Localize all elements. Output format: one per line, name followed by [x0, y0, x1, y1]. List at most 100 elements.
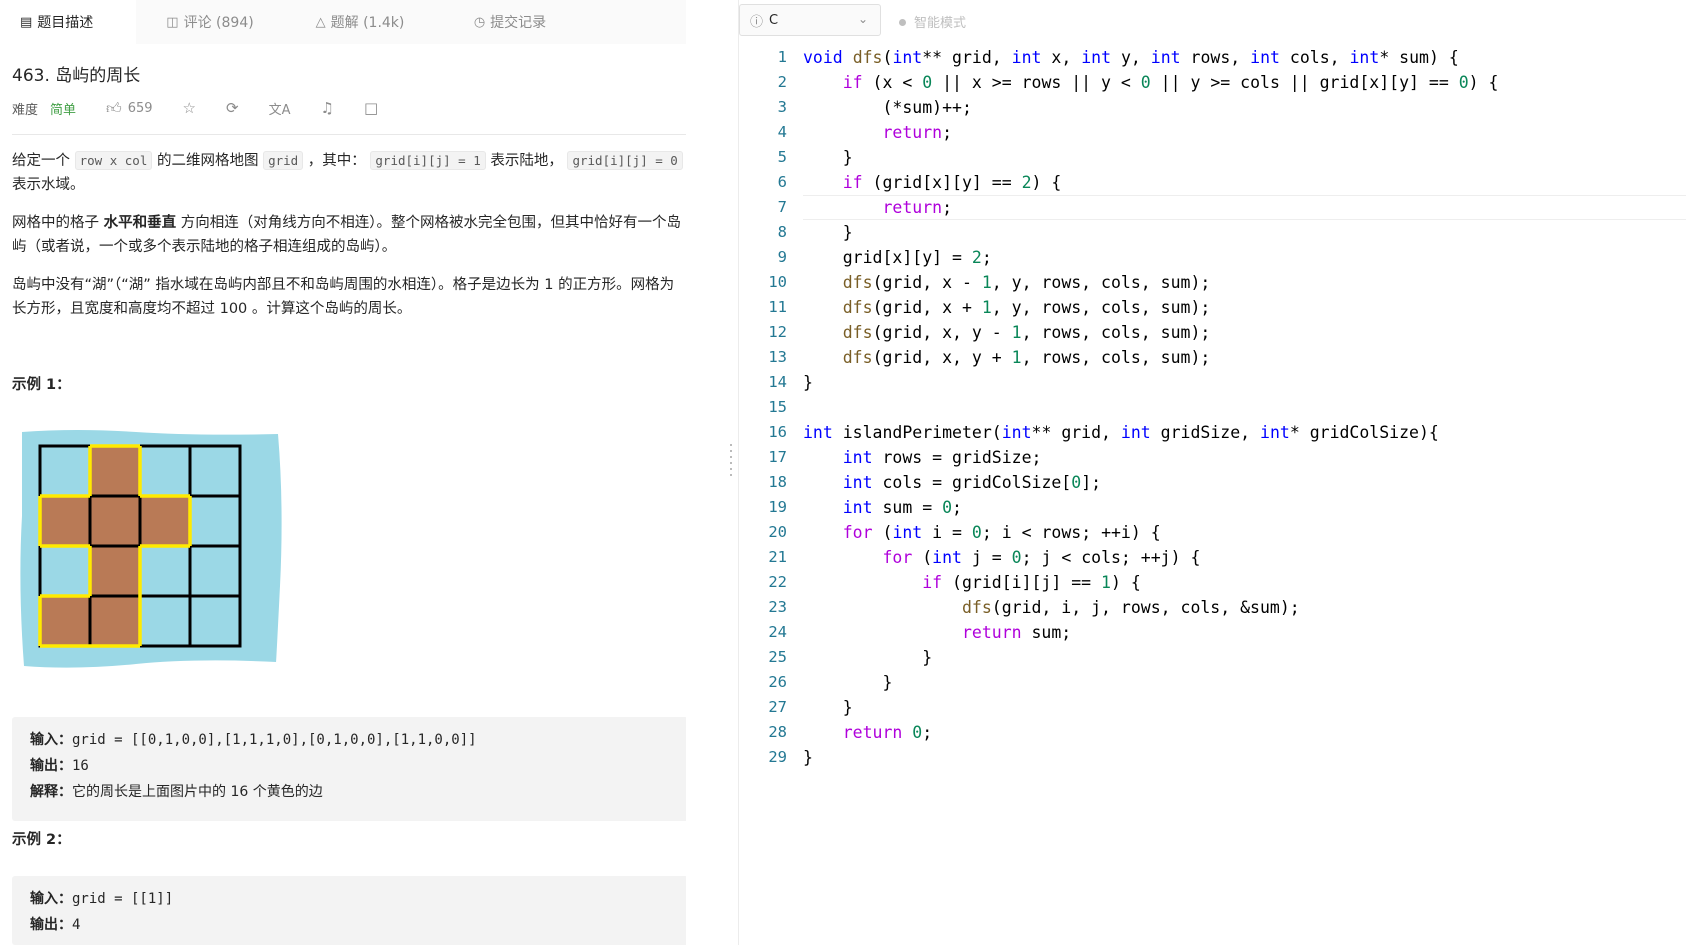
line-number: 6: [777, 173, 787, 191]
code-text: dfs(grid, x + 1, y, rows, cols, sum);: [842, 298, 1211, 317]
code-text: if (grid[x][y] == 2) {: [842, 173, 1062, 192]
water-cell: [188, 544, 242, 598]
tab-comments[interactable]: ◫ 评论 (894): [136, 0, 284, 44]
value: 4: [72, 917, 81, 933]
chevron-down-icon: ⌄: [857, 12, 868, 26]
code-text: }: [803, 373, 813, 392]
line-number: 26: [768, 673, 787, 691]
language-select[interactable]: ⓘ C ⌄: [739, 4, 881, 36]
line-number: 18: [768, 473, 787, 491]
code-line[interactable]: 8 }: [739, 220, 1686, 245]
example-1-title: 示例 1：: [12, 377, 71, 393]
editor-toolbar: ⓘ C ⌄ 智能模式: [739, 0, 1686, 44]
bell-icon[interactable]: ♫: [320, 99, 333, 117]
code-line[interactable]: 20 for (int i = 0; i < rows; ++i) {: [739, 520, 1686, 545]
difficulty-badge: 简单: [50, 102, 77, 118]
code-line[interactable]: 18 int cols = gridColSize[0];: [739, 470, 1686, 495]
text: 表示水域。: [12, 177, 85, 193]
code-line[interactable]: 11 dfs(grid, x + 1, y, rows, cols, sum);: [739, 295, 1686, 320]
code-line[interactable]: 25 }: [739, 645, 1686, 670]
share-icon[interactable]: ⟳: [226, 99, 239, 117]
bold-text: 水平和垂直: [103, 215, 177, 231]
inline-code: row x col: [74, 151, 153, 170]
code-line[interactable]: 21 for (int j = 0; j < cols; ++j) {: [739, 545, 1686, 570]
line-number: 19: [768, 498, 787, 516]
code-line[interactable]: 15: [739, 395, 1686, 420]
code-text: dfs(grid, x, y + 1, rows, cols, sum);: [842, 348, 1211, 367]
label: 输出：: [30, 917, 72, 933]
tab-label: 题解 (1.4k): [330, 15, 405, 31]
code-line[interactable]: 16 int islandPerimeter(int** grid, int gr…: [739, 420, 1686, 445]
feedback-icon[interactable]: □: [364, 99, 378, 117]
text: ，其中：: [307, 153, 366, 169]
divider: [12, 134, 686, 135]
line-number: 3: [777, 98, 787, 116]
example-2-input: 输入：grid = [[1]]: [30, 886, 670, 912]
star-icon[interactable]: ☆: [183, 99, 196, 117]
code-line[interactable]: 5 }: [739, 145, 1686, 170]
code-line[interactable]: 7 return;: [739, 195, 1686, 220]
value: grid = [[1]]: [72, 891, 174, 907]
code-line[interactable]: 23 dfs(grid, i, j, rows, cols, &sum);: [739, 595, 1686, 620]
line-number: 22: [768, 573, 787, 591]
code-line[interactable]: 17 int rows = gridSize;: [739, 445, 1686, 470]
flask-icon: △: [315, 14, 326, 30]
problem-meta: 难度 简单 👍︎ 659 ☆ ⟳ 文A ♫ □: [12, 98, 686, 118]
example-1-explanation: 解释：它的周长是上面图片中的 16 个黄色的边: [30, 779, 670, 805]
line-number: 2: [777, 73, 787, 91]
code-line[interactable]: 22 if (grid[i][j] == 1) {: [739, 570, 1686, 595]
code-line[interactable]: 14}: [739, 370, 1686, 395]
example-1-output: 输出：16: [30, 753, 670, 779]
inline-code: grid[i][j] = 1: [370, 151, 486, 170]
line-number: 10: [768, 273, 787, 291]
label: 输入：: [30, 891, 72, 907]
code-text: int islandPerimeter(int** grid, int grid…: [803, 423, 1439, 442]
example-1-input: 输入：grid = [[0,1,0,0],[1,1,1,0],[0,1,0,0]…: [30, 727, 670, 753]
code-text: if (x < 0 || x >= rows || y < 0 || y >= …: [842, 73, 1499, 92]
code-line[interactable]: 19 int sum = 0;: [739, 495, 1686, 520]
label: 解释：: [30, 784, 72, 800]
code-line[interactable]: 12 dfs(grid, x, y - 1, rows, cols, sum);: [739, 320, 1686, 345]
code-text: int rows = gridSize;: [842, 448, 1042, 467]
label: 输出：: [30, 758, 72, 774]
thumbs-up-icon[interactable]: 👍︎: [106, 99, 122, 118]
tab-submissions[interactable]: ◷ 提交记录: [436, 0, 584, 44]
info-icon: ⓘ: [750, 14, 764, 30]
code-line[interactable]: 3 (*sum)++;: [739, 95, 1686, 120]
code-text: }: [803, 148, 853, 167]
line-number: 20: [768, 523, 787, 541]
line-number: 25: [768, 648, 787, 666]
page-title: 463. 岛屿的周长: [12, 66, 141, 86]
code-text: return sum;: [961, 623, 1072, 642]
island-grid-figure: [20, 430, 282, 668]
example-2-block: 输入：grid = [[1]] 输出：4: [12, 876, 686, 945]
code-line[interactable]: 4 return;: [739, 120, 1686, 145]
tab-label: 评论 (894): [183, 15, 254, 31]
code-line[interactable]: 29}: [739, 745, 1686, 770]
water-cell: [188, 444, 242, 498]
water-cell: [138, 444, 192, 498]
tab-solutions[interactable]: △ 题解 (1.4k): [284, 0, 436, 44]
tab-label: 题目描述: [37, 15, 94, 31]
problem-content: 463. 岛屿的周长 难度 简单 👍︎ 659 ☆ ⟳ 文A ♫ □ 给定一个 …: [12, 44, 686, 395]
translate-icon[interactable]: 文A: [269, 99, 291, 118]
line-number: 8: [777, 223, 787, 241]
code-line[interactable]: 10 dfs(grid, x - 1, y, rows, cols, sum);: [739, 270, 1686, 295]
code-line[interactable]: 26 }: [739, 670, 1686, 695]
code-line[interactable]: 28 return 0;: [739, 720, 1686, 745]
code-line[interactable]: 1 void dfs(int** grid, int x, int y, int …: [739, 45, 1686, 70]
code-editor[interactable]: 1 void dfs(int** grid, int x, int y, int …: [739, 45, 1686, 770]
code-line[interactable]: 6 if (grid[x][y] == 2) {: [739, 170, 1686, 195]
code-line[interactable]: 2 if (x < 0 || x >= rows || y < 0 || y >…: [739, 70, 1686, 95]
problem-panel: ▤ 题目描述 ◫ 评论 (894) △ 题解 (1.4k) ◷ 提交记录 463…: [0, 0, 686, 945]
code-line[interactable]: 9 grid[x][y] = 2;: [739, 245, 1686, 270]
resize-handle[interactable]: [730, 440, 733, 500]
code-line[interactable]: 13 dfs(grid, x, y + 1, rows, cols, sum);: [739, 345, 1686, 370]
line-number: 28: [768, 723, 787, 741]
smart-mode-toggle[interactable]: 智能模式: [899, 12, 966, 31]
code-line[interactable]: 27 }: [739, 695, 1686, 720]
line-number: 5: [777, 148, 787, 166]
code-line[interactable]: 24 return sum;: [739, 620, 1686, 645]
code-text: dfs(grid, x - 1, y, rows, cols, sum);: [842, 273, 1211, 292]
tab-description[interactable]: ▤ 题目描述: [0, 0, 136, 44]
